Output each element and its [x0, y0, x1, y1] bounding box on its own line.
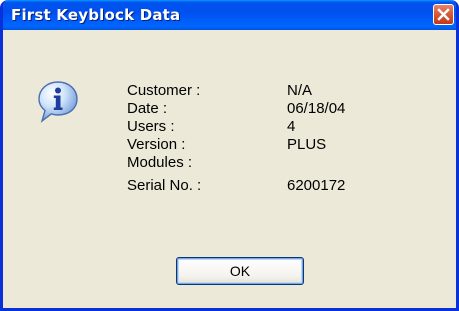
- users-value: 4: [287, 118, 296, 135]
- close-icon: [437, 8, 450, 21]
- close-button[interactable]: [433, 4, 454, 25]
- date-label: Date :: [127, 100, 168, 117]
- version-label: Version :: [127, 136, 186, 153]
- dialog-window: First Keyblock Data Customer : N/A Date …: [0, 0, 459, 311]
- serial-label: Serial No. :: [127, 177, 202, 194]
- customer-value: N/A: [287, 82, 313, 99]
- modules-label: Modules :: [127, 154, 193, 171]
- date-value: 06/18/04: [287, 100, 346, 117]
- ok-button[interactable]: OK: [176, 257, 304, 285]
- users-label: Users :: [127, 118, 175, 135]
- version-value: PLUS: [287, 136, 327, 153]
- dialog-title: First Keyblock Data: [11, 6, 181, 24]
- customer-label: Customer :: [127, 82, 201, 99]
- serial-value: 6200172: [287, 177, 346, 194]
- info-icon: [38, 81, 78, 123]
- title-bar[interactable]: First Keyblock Data: [3, 0, 456, 30]
